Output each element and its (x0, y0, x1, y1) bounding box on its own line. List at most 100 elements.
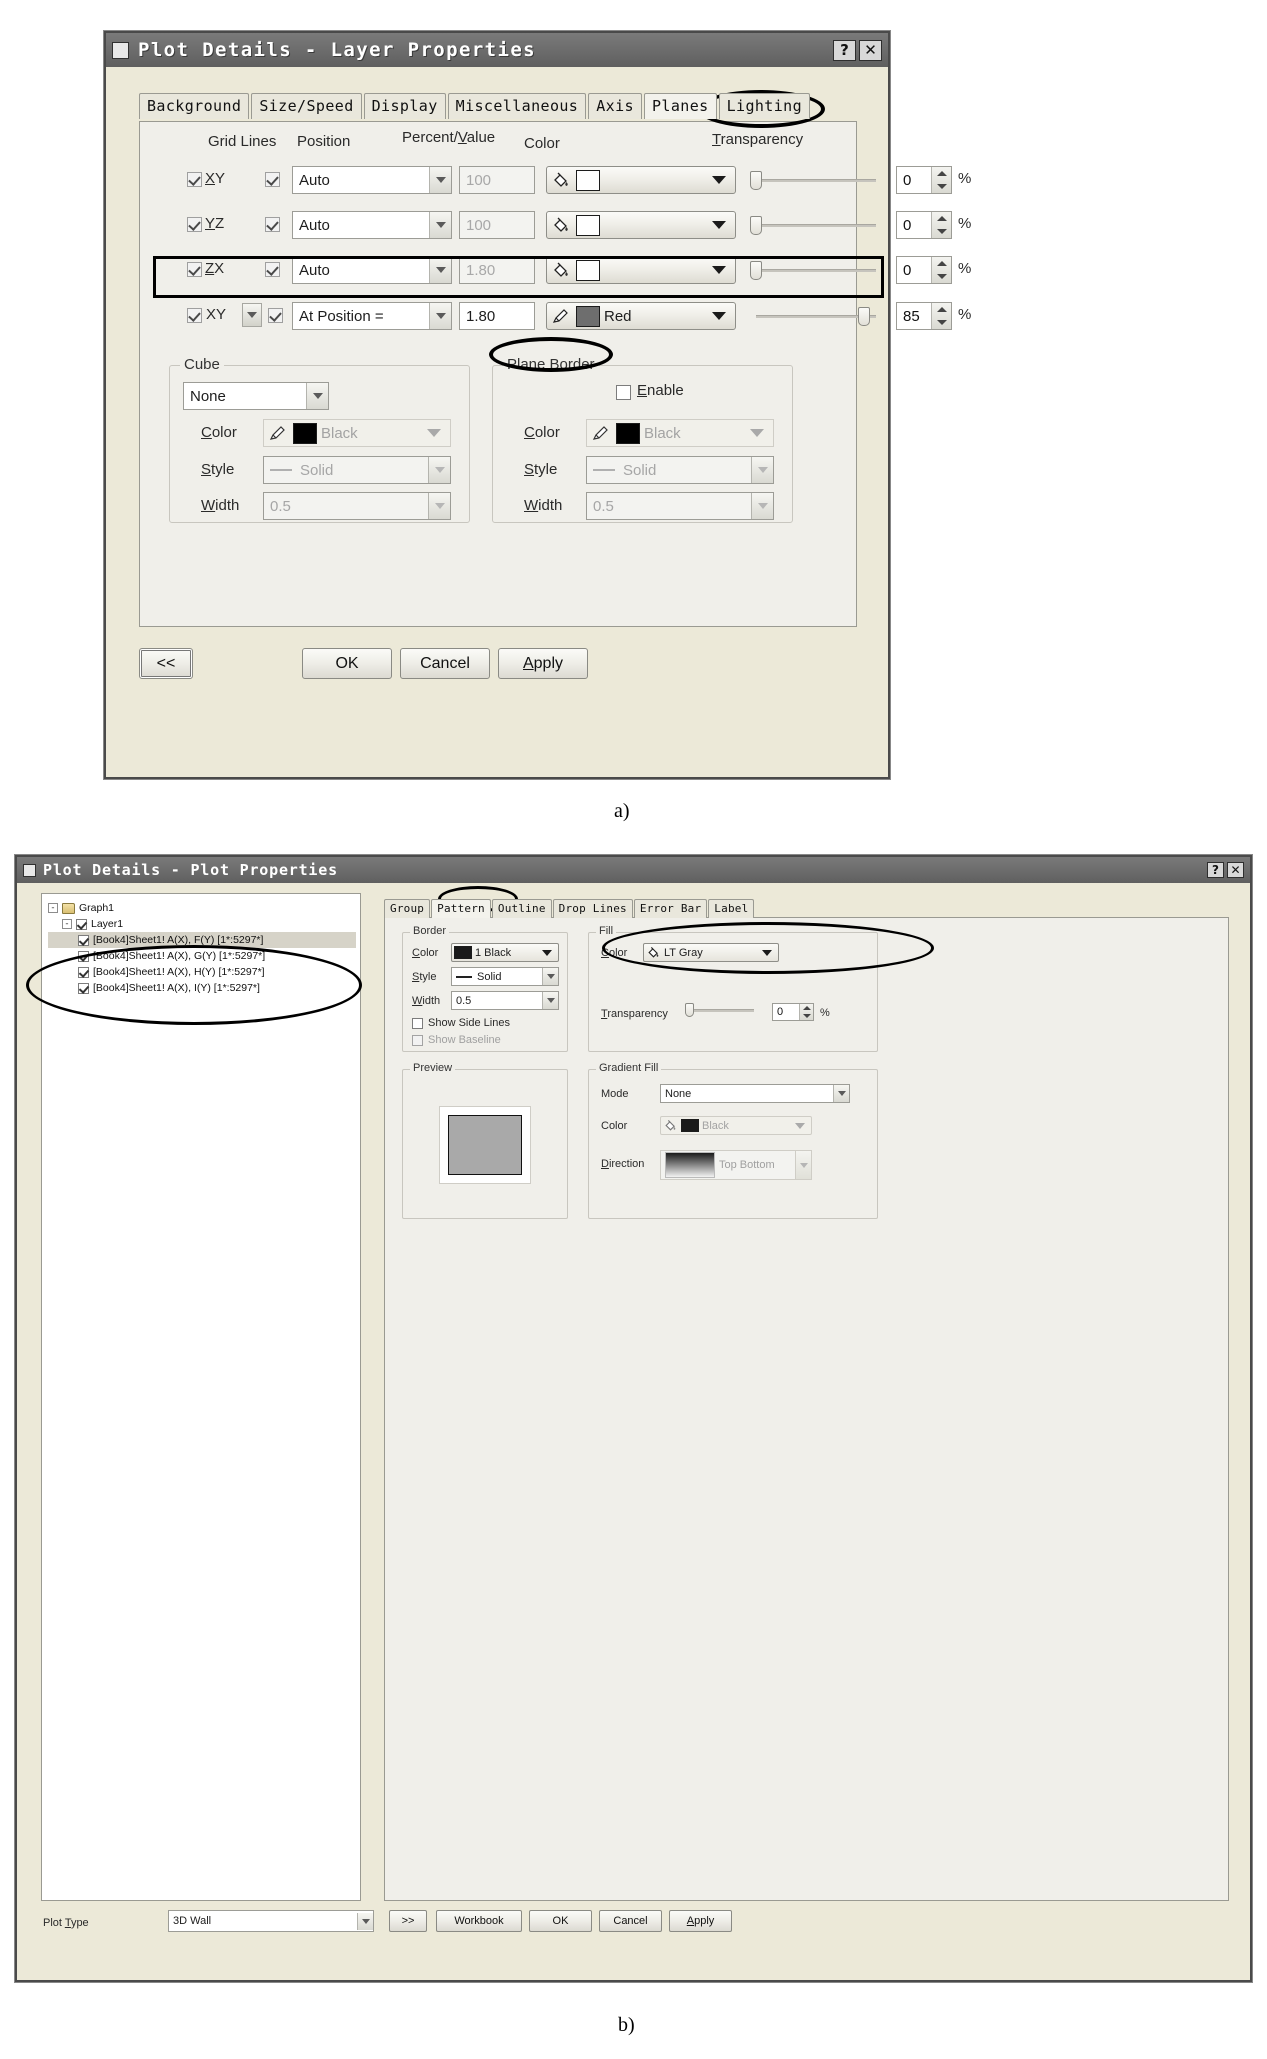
plane-enable-checkbox-xy[interactable] (187, 172, 202, 187)
layer-checkbox[interactable] (76, 918, 87, 930)
chevron-down-icon[interactable] (357, 1912, 373, 1930)
tab-display[interactable]: Display (363, 93, 446, 119)
plane-enable-checkbox-xy2[interactable] (187, 308, 202, 323)
tab-size-speed[interactable]: Size/Speed (251, 93, 362, 119)
close-icon[interactable]: ✕ (1227, 862, 1244, 878)
position-combo-zx[interactable]: Auto (292, 256, 452, 284)
plot-properties-dialog[interactable]: Plot Details - Plot Properties ? ✕ - Gra… (15, 855, 1252, 1982)
show-side-lines-row[interactable]: Show Side Lines (412, 1017, 510, 1029)
tree-item-layer1[interactable]: - Layer1 (48, 916, 356, 932)
slider-thumb[interactable] (750, 216, 762, 235)
plane-border-style-combo[interactable]: Solid (586, 456, 774, 484)
fill-transparency-spinner[interactable]: 0 (772, 1003, 814, 1021)
grid-lines-checkbox-xy2[interactable] (268, 308, 283, 323)
chevron-down-icon[interactable] (751, 493, 773, 519)
chevron-down-icon[interactable] (542, 968, 558, 985)
chevron-down-icon[interactable] (542, 950, 552, 956)
position-combo-xy[interactable]: Auto (292, 166, 452, 194)
show-baseline-checkbox[interactable] (412, 1034, 423, 1046)
tree-item-dataset-i[interactable]: [Book4]Sheet1! A(X), I(Y) [1*:5297*] (48, 980, 356, 996)
chevron-down-icon[interactable] (428, 457, 450, 483)
transparency-spinner-xy2[interactable]: 85 (896, 302, 952, 330)
chevron-down-icon[interactable] (542, 992, 558, 1009)
tab-label[interactable]: Label (708, 899, 755, 918)
tab-group[interactable]: Group (384, 899, 431, 918)
cube-width-combo[interactable]: 0.5 (263, 492, 451, 520)
chevron-down-icon[interactable] (750, 429, 764, 437)
slider-thumb[interactable] (750, 171, 762, 190)
chevron-down-icon[interactable] (762, 950, 772, 956)
tree-item-dataset-f[interactable]: [Book4]Sheet1! A(X), F(Y) [1*:5297*] (48, 932, 356, 948)
grid-lines-checkbox-xy[interactable] (265, 172, 280, 187)
cube-style-combo[interactable]: Solid (263, 456, 451, 484)
expander-icon[interactable]: - (62, 919, 72, 929)
border-color-button[interactable]: 1 Black (451, 943, 559, 962)
chevron-down-icon[interactable] (429, 212, 451, 238)
tab-drop-lines[interactable]: Drop Lines (552, 899, 633, 918)
cube-color-button[interactable]: Black (263, 419, 451, 447)
cancel-button[interactable]: Cancel (599, 1910, 662, 1932)
chevron-down-icon[interactable] (427, 429, 441, 437)
dialog-b-title-buttons[interactable]: ? ✕ (1207, 862, 1244, 878)
tab-miscellaneous[interactable]: Miscellaneous (447, 93, 587, 119)
grid-lines-checkbox-zx[interactable] (265, 262, 280, 277)
tree-item-graph1[interactable]: - Graph1 (48, 900, 356, 916)
transparency-slider-yz[interactable] (750, 212, 882, 238)
plane-border-enable-checkbox[interactable] (616, 385, 631, 400)
dataset-checkbox[interactable] (78, 934, 89, 946)
spinner-buttons[interactable] (799, 1004, 813, 1020)
plane-border-width-combo[interactable]: 0.5 (586, 492, 774, 520)
slider-thumb[interactable] (750, 261, 762, 280)
gradient-direction-combo[interactable]: Top Bottom (660, 1150, 812, 1180)
percent-value-field-yz[interactable]: 100 (459, 211, 535, 239)
plane-color-button-zx[interactable] (546, 256, 736, 284)
tree-item-dataset-g[interactable]: [Book4]Sheet1! A(X), G(Y) [1*:5297*] (48, 948, 356, 964)
position-combo-xy2[interactable]: At Position = (292, 302, 452, 330)
apply-button[interactable]: Apply (669, 1910, 732, 1932)
transparency-spinner-xy[interactable]: 0 (896, 166, 952, 194)
cancel-button[interactable]: Cancel (400, 648, 490, 679)
show-baseline-row[interactable]: Show Baseline (412, 1034, 501, 1046)
tab-planes[interactable]: Planes (643, 93, 717, 119)
plane-border-color-button[interactable]: Black (586, 419, 774, 447)
plane-row-yz[interactable]: YZ Auto 100 0 % (140, 207, 971, 245)
plane-color-button-xy[interactable] (546, 166, 736, 194)
slider-thumb[interactable] (685, 1003, 694, 1017)
plane-row-xy-at-position[interactable]: XY At Position = 1.80 Red 85 % (140, 297, 971, 337)
chevron-down-icon[interactable] (429, 167, 451, 193)
workbook-button[interactable]: Workbook (436, 1910, 522, 1932)
gradient-color-button[interactable]: Black (660, 1116, 812, 1135)
ok-button[interactable]: OK (302, 648, 392, 679)
layer-properties-dialog[interactable]: Plot Details - Layer Properties ? ✕ Back… (104, 31, 971, 779)
transparency-slider-zx[interactable] (750, 257, 882, 283)
chevron-down-icon[interactable] (429, 257, 451, 283)
position-combo-yz[interactable]: Auto (292, 211, 452, 239)
apply-button[interactable]: Apply (498, 648, 588, 679)
transparency-slider-xy[interactable] (750, 167, 882, 193)
expander-icon[interactable]: - (48, 903, 58, 913)
grid-lines-checkbox-yz[interactable] (265, 217, 280, 232)
chevron-down-icon[interactable] (712, 221, 726, 229)
tab-pattern[interactable]: Pattern (431, 899, 491, 918)
chevron-down-icon[interactable] (712, 312, 726, 320)
dialog-b-titlebar[interactable]: Plot Details - Plot Properties ? ✕ (17, 857, 1250, 883)
chevron-down-icon[interactable] (795, 1123, 805, 1129)
spinner-buttons[interactable] (931, 167, 951, 193)
fill-transparency-slider[interactable] (685, 1001, 757, 1020)
transparency-spinner-zx[interactable]: 0 (896, 256, 952, 284)
spinner-buttons[interactable] (931, 303, 951, 329)
transparency-spinner-yz[interactable]: 0 (896, 211, 952, 239)
plane-row-zx[interactable]: ZX Auto 1.80 0 % (140, 252, 971, 290)
tab-lighting[interactable]: Lighting (718, 93, 811, 119)
tree-item-dataset-h[interactable]: [Book4]Sheet1! A(X), H(Y) [1*:5297*] (48, 964, 356, 980)
plane-row-xy[interactable]: XY Auto 100 0 % (140, 162, 971, 200)
chevron-down-icon[interactable] (306, 383, 328, 409)
spinner-buttons[interactable] (931, 212, 951, 238)
dataset-checkbox[interactable] (78, 982, 89, 994)
fill-color-button[interactable]: LT Gray (643, 943, 779, 962)
chevron-down-icon[interactable] (751, 457, 773, 483)
expand-button[interactable]: >> (389, 1910, 427, 1932)
show-side-lines-checkbox[interactable] (412, 1017, 423, 1029)
plot-tree-panel[interactable]: - Graph1 - Layer1 [Book4]Sheet1! A(X), F… (41, 893, 361, 1901)
plot-type-combo[interactable]: 3D Wall (168, 1910, 374, 1932)
